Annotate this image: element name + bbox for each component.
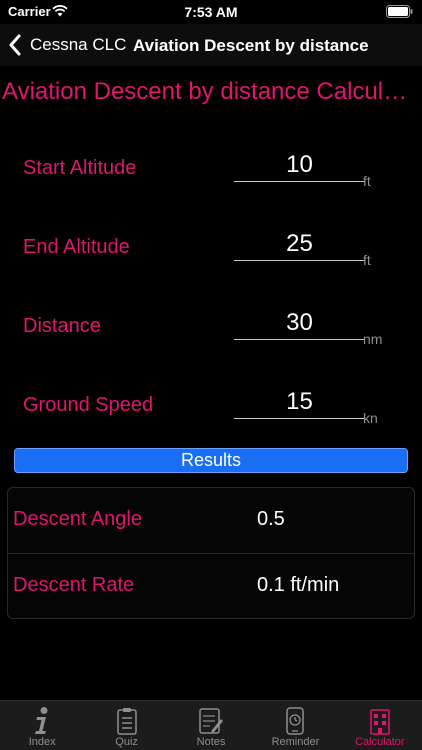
tab-bar: Index Quiz Notes Reminder Calculator (0, 700, 422, 750)
distance-label: Distance (23, 315, 101, 337)
distance-unit: nm (363, 331, 383, 347)
result-row-descent-angle: Descent Angle 0.5 (8, 488, 414, 553)
reminder-phone-icon (286, 707, 305, 735)
start-altitude-input[interactable] (234, 142, 365, 182)
descent-rate-value: 0.1 ft/min (257, 574, 340, 596)
start-altitude-label: Start Altitude (23, 157, 137, 179)
battery-icon (386, 5, 413, 18)
end-altitude-input[interactable] (234, 221, 365, 261)
tab-calculator[interactable]: Calculator (338, 701, 422, 750)
ground-speed-label: Ground Speed (23, 394, 154, 416)
descent-angle-value: 0.5 (257, 508, 285, 530)
tab-notes[interactable]: Notes (169, 701, 253, 750)
quiz-clipboard-icon (116, 708, 137, 735)
distance-row: Distance nm (0, 300, 422, 360)
tab-reminder-label: Reminder (271, 736, 320, 748)
start-altitude-row: Start Altitude ft (0, 142, 422, 202)
ground-speed-unit: kn (363, 410, 378, 426)
tab-index-label: Index (28, 736, 56, 748)
descent-rate-label: Descent Rate (13, 574, 135, 596)
results-button[interactable]: Results (14, 448, 408, 473)
tab-quiz-label: Quiz (115, 736, 138, 748)
back-button[interactable]: Cessna CLC (8, 32, 126, 58)
end-altitude-label: End Altitude (23, 236, 130, 258)
start-altitude-unit: ft (363, 173, 371, 189)
calculator-building-icon (370, 709, 390, 735)
distance-input[interactable] (234, 300, 365, 340)
info-icon (35, 707, 48, 734)
notes-icon (199, 708, 224, 734)
navigation-bar: Cessna CLC Aviation Descent by distance (0, 24, 422, 66)
nav-title: Aviation Descent by distance (133, 36, 369, 55)
back-label: Cessna CLC (30, 35, 127, 54)
descent-angle-label: Descent Angle (13, 508, 142, 530)
status-bar: Carrier 7:53 AM (0, 0, 422, 24)
tab-notes-label: Notes (196, 736, 226, 748)
results-table: Descent Angle 0.5 Descent Rate 0.1 ft/mi… (7, 487, 415, 619)
tab-calculator-label: Calculator (355, 736, 405, 748)
result-row-descent-rate: Descent Rate 0.1 ft/min (8, 553, 414, 618)
ground-speed-row: Ground Speed kn (0, 379, 422, 439)
tab-index[interactable]: Index (0, 701, 84, 750)
end-altitude-row: End Altitude ft (0, 221, 422, 281)
ground-speed-input[interactable] (234, 379, 365, 419)
back-chevron-icon (9, 34, 21, 56)
tab-reminder[interactable]: Reminder (253, 701, 337, 750)
page-title: Aviation Descent by distance Calculator (2, 78, 420, 105)
end-altitude-unit: ft (363, 252, 371, 268)
status-time: 7:53 AM (184, 4, 238, 20)
tab-quiz[interactable]: Quiz (84, 701, 168, 750)
